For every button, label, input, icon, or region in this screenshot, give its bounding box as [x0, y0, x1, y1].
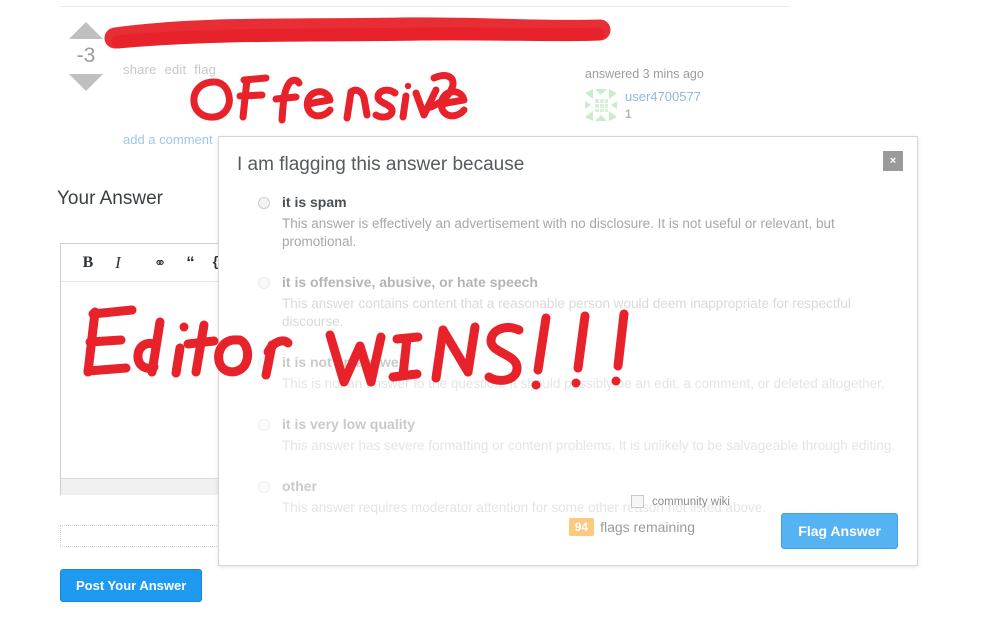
flag-option-description: This answer is effectively an advertisem…	[282, 216, 835, 249]
checkbox-icon[interactable]	[631, 495, 644, 508]
flag-option-description: This is not an answer to the question. I…	[282, 376, 885, 391]
flag-option-list: it is spam This answer is effectively an…	[241, 193, 897, 539]
user-info: user4700577 1	[625, 89, 701, 122]
flag-dialog-title: I am flagging this answer because	[237, 154, 525, 175]
flags-remaining: 94 flags remaining	[568, 518, 695, 536]
radio-icon[interactable]	[258, 357, 270, 369]
radio-icon[interactable]	[258, 197, 270, 209]
flag-option-label: it is very low quality	[282, 416, 416, 432]
italic-icon[interactable]: I	[105, 250, 131, 276]
flags-remaining-label: flags remaining	[600, 519, 695, 535]
community-wiki-toggle[interactable]: community wiki	[631, 495, 730, 508]
flag-link[interactable]: flag	[194, 62, 216, 77]
answer-user-card: answered 3 mins ago user4700577 1	[585, 66, 765, 122]
user-reputation: 1	[625, 107, 632, 121]
flag-option-spam[interactable]: it is spam This answer is effectively an…	[241, 193, 897, 251]
radio-icon[interactable]	[258, 481, 270, 493]
downvote-arrow-icon[interactable]	[69, 74, 103, 91]
vote-count: -3	[76, 44, 96, 67]
hyperlink-icon[interactable]: ⚭	[147, 250, 173, 276]
share-link[interactable]: share	[123, 62, 157, 77]
radio-icon[interactable]	[258, 419, 270, 431]
upvote-arrow-icon[interactable]	[69, 22, 103, 39]
close-icon[interactable]: ×	[883, 151, 903, 171]
add-comment-link[interactable]: add a comment	[123, 132, 213, 147]
edit-link[interactable]: edit	[165, 62, 187, 77]
answered-timestamp: answered 3 mins ago	[585, 67, 704, 81]
avatar[interactable]	[585, 89, 617, 121]
section-divider	[60, 6, 790, 7]
your-answer-heading: Your Answer	[57, 188, 163, 209]
flag-option-very-low-quality[interactable]: it is very low quality This answer has s…	[241, 415, 897, 455]
flag-option-label: it is not an answer	[282, 354, 405, 370]
flag-option-other[interactable]: other This answer requires moderator att…	[241, 477, 897, 517]
flag-option-offensive[interactable]: it is offensive, abusive, or hate speech…	[241, 273, 897, 331]
community-wiki-label: community wiki	[652, 495, 730, 508]
flag-dialog: I am flagging this answer because × it i…	[218, 136, 918, 566]
flag-dialog-footer: 94 flags remaining Flag Answer	[219, 513, 917, 549]
flags-remaining-count: 94	[568, 518, 595, 536]
flag-option-label: other	[282, 478, 317, 494]
post-action-links: share edit flag	[123, 62, 224, 77]
flag-option-label: it is offensive, abusive, or hate speech	[282, 274, 538, 290]
flag-option-description: This answer has severe formatting or con…	[282, 438, 896, 453]
bold-icon[interactable]: B	[75, 250, 101, 276]
radio-icon[interactable]	[258, 277, 270, 289]
flag-option-description: This answer contains content that a reas…	[282, 296, 851, 329]
user-name-link[interactable]: user4700577	[625, 89, 701, 104]
flag-option-label: it is spam	[282, 194, 347, 210]
post-your-answer-button[interactable]: Post Your Answer	[60, 569, 203, 602]
flag-option-not-an-answer[interactable]: it is not an answer This is not an answe…	[241, 353, 897, 393]
vote-column: -3	[66, 22, 106, 91]
blockquote-icon[interactable]: “	[177, 250, 203, 276]
flag-answer-button[interactable]: Flag Answer	[781, 513, 898, 549]
